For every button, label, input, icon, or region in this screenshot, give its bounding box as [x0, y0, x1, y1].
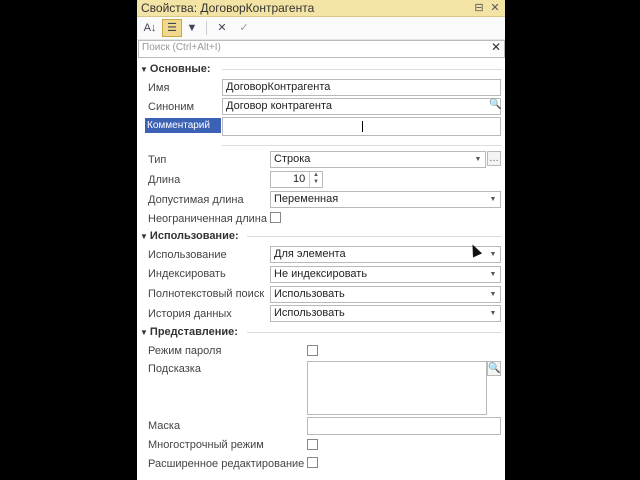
use-field[interactable]: Для элемента ▼	[270, 246, 501, 263]
search-placeholder: Поиск (Ctrl+Alt+I)	[142, 42, 221, 53]
name-field[interactable]: ДоговорКонтрагента	[222, 79, 501, 96]
collapse-triangle-icon: ▼	[140, 328, 148, 337]
group-presentation-label: Представление:	[149, 326, 238, 338]
search-icon[interactable]: 🔍	[487, 361, 501, 376]
group-presentation[interactable]: ▼ Представление:	[140, 326, 238, 338]
filter-icon[interactable]: ▼	[183, 20, 201, 36]
dropdown-arrow-icon[interactable]: ▼	[486, 192, 500, 207]
length-field[interactable]: 10 ▲ ▼	[270, 171, 323, 188]
collapse-triangle-icon: ▼	[140, 232, 148, 241]
fulltext-value: Использовать	[274, 288, 345, 300]
group-divider	[222, 69, 502, 70]
synonym-value: Договор контрагента	[226, 100, 332, 112]
type-field[interactable]: Строка ▼	[270, 151, 486, 168]
check-icon[interactable]: ✓	[235, 20, 253, 36]
history-field[interactable]: Использовать ▼	[270, 305, 501, 322]
toolbar-separator	[206, 21, 207, 35]
type-label: Тип	[148, 154, 167, 166]
group-basic[interactable]: ▼ Основные:	[140, 63, 211, 75]
dropdown-arrow-icon[interactable]: ▼	[486, 287, 500, 302]
group-usage-label: Использование:	[149, 230, 239, 242]
tooltip-field[interactable]	[307, 361, 487, 415]
type-value: Строка	[274, 153, 311, 165]
section-divider	[222, 145, 502, 146]
history-value: Использовать	[274, 307, 345, 319]
unlimited-length-checkbox[interactable]	[270, 212, 281, 223]
group-divider	[247, 332, 502, 333]
multiline-checkbox[interactable]	[307, 439, 318, 450]
synonym-field[interactable]: Договор контрагента	[222, 98, 501, 115]
history-label: История данных	[148, 308, 232, 320]
toolbar: A↓ ☰ ▼ ✕ ✓	[137, 17, 505, 40]
dropdown-arrow-icon[interactable]: ▼	[486, 306, 500, 321]
name-label: Имя	[148, 82, 170, 94]
spinner-icon[interactable]: ▲ ▼	[309, 172, 322, 187]
dropdown-arrow-icon[interactable]: ▼	[486, 247, 500, 262]
extended-edit-label: Расширенное редактирование	[148, 458, 305, 470]
index-field[interactable]: Не индексировать ▼	[270, 266, 501, 283]
dropdown-arrow-icon[interactable]: ▼	[486, 267, 500, 282]
length-label: Длина	[148, 174, 181, 186]
allowed-length-value: Переменная	[274, 193, 339, 205]
sort-az-icon[interactable]: A↓	[141, 20, 159, 36]
dropdown-arrow-icon[interactable]: ▼	[471, 152, 485, 167]
ellipsis-button[interactable]: …	[487, 151, 501, 166]
fulltext-field[interactable]: Использовать ▼	[270, 286, 501, 303]
group-basic-label: Основные:	[149, 63, 211, 75]
pin-icon[interactable]: ⊟	[471, 0, 487, 16]
synonym-label: Синоним	[148, 101, 195, 113]
multiline-label: Многострочный режим	[148, 439, 264, 451]
group-usage[interactable]: ▼ Использование:	[140, 230, 239, 242]
extended-edit-checkbox[interactable]	[307, 457, 318, 468]
index-value: Не индексировать	[274, 268, 368, 280]
collapse-triangle-icon: ▼	[140, 65, 148, 74]
index-label: Индексировать	[148, 268, 226, 280]
tooltip-label: Подсказка	[148, 363, 201, 375]
properties-panel: Свойства: ДоговорКонтрагента ⊟ ✕ A↓ ☰ ▼ …	[137, 0, 505, 480]
group-divider	[247, 236, 502, 237]
mask-field[interactable]	[307, 417, 501, 435]
use-label: Использование	[148, 249, 227, 261]
length-value: 10	[293, 173, 306, 185]
mask-label: Маска	[148, 420, 181, 432]
categories-icon[interactable]: ☰	[162, 19, 182, 37]
unlimited-length-label: Неограниченная длина	[148, 213, 267, 225]
close-icon[interactable]: ✕	[487, 0, 503, 16]
text-cursor	[362, 121, 363, 132]
search-field[interactable]: Поиск (Ctrl+Alt+I) ✕	[138, 40, 505, 58]
use-value: Для элемента	[274, 248, 346, 260]
name-value: ДоговорКонтрагента	[226, 81, 331, 93]
allowed-length-label: Допустимая длина	[148, 194, 244, 206]
search-icon[interactable]: 🔍	[489, 99, 501, 110]
delete-icon[interactable]: ✕	[213, 20, 231, 36]
clear-search-icon[interactable]: ✕	[491, 40, 501, 54]
password-checkbox[interactable]	[307, 345, 318, 356]
window-title: Свойства: ДоговорКонтрагента	[141, 1, 315, 15]
fulltext-label: Полнотекстовый поиск	[148, 288, 265, 300]
comment-label: Комментарий	[145, 118, 221, 133]
title-bar: Свойства: ДоговорКонтрагента ⊟ ✕	[137, 0, 505, 17]
allowed-length-field[interactable]: Переменная ▼	[270, 191, 501, 208]
password-label: Режим пароля	[148, 345, 222, 357]
